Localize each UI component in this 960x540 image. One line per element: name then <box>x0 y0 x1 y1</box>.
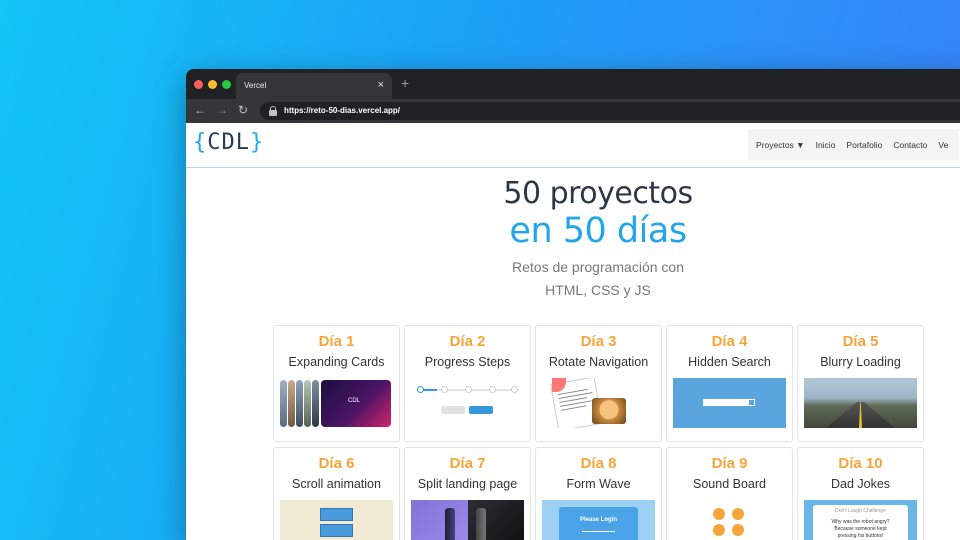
card-day: Día 6 <box>318 455 355 472</box>
hero-title-line2: en 50 días <box>509 211 687 251</box>
nav-item-proyectos[interactable]: Proyectos ▼ <box>756 140 805 150</box>
card-title: Split landing page <box>417 477 518 491</box>
hero-subtitle: Retos de programación con HTML, CSS y JS <box>512 259 684 298</box>
project-card[interactable]: Día 2 Progress Steps <box>404 325 531 442</box>
forward-arrow-icon[interactable]: → <box>216 103 228 117</box>
site-logo[interactable]: {CDL} <box>193 130 264 155</box>
project-card[interactable]: Día 3 Rotate Navigation <box>535 325 662 442</box>
nav-item-inicio[interactable]: Inicio <box>816 140 836 150</box>
card-day: Día 7 <box>449 455 486 472</box>
project-card[interactable]: Día 10 Dad Jokes Don't Laugh Challenge W… <box>797 447 924 540</box>
card-title: Hidden Search <box>688 355 771 369</box>
tab-strip: Vercel × + <box>186 69 960 99</box>
project-card[interactable]: Día 6 Scroll animation <box>273 447 400 540</box>
card-thumbnail <box>673 500 786 540</box>
site-nav: Proyectos ▼ Inicio Portafolio Contacto V… <box>748 129 960 160</box>
card-thumbnail: Please Login <box>542 500 655 540</box>
card-day: Día 8 <box>580 455 617 472</box>
card-title: Form Wave <box>566 477 631 491</box>
card-title: Rotate Navigation <box>548 355 649 369</box>
maximize-window-icon[interactable] <box>222 80 231 89</box>
minimize-window-icon[interactable] <box>208 80 217 89</box>
tab-title: Vercel <box>244 81 267 90</box>
browser-toolbar: ← → ↻ https://reto-50-dias.vercel.app/ <box>186 99 960 123</box>
card-thumbnail <box>673 378 786 428</box>
card-day: Día 4 <box>711 333 748 350</box>
card-title: Blurry Loading <box>820 355 901 369</box>
card-thumbnail: CDL <box>280 378 393 428</box>
card-day: Día 2 <box>449 333 486 350</box>
site-header: {CDL} Proyectos ▼ Inicio Portafolio Cont… <box>186 123 960 168</box>
new-tab-button[interactable]: + <box>401 76 409 90</box>
project-card[interactable]: Día 5 Blurry Loading <box>797 325 924 442</box>
card-thumbnail <box>280 500 393 540</box>
project-card[interactable]: Día 8 Form Wave Please Login <box>535 447 662 540</box>
nav-item-contacto[interactable]: Contacto <box>893 140 927 150</box>
card-thumbnail <box>804 378 917 428</box>
project-card[interactable]: Día 9 Sound Board <box>666 447 793 540</box>
back-arrow-icon[interactable]: ← <box>194 103 206 117</box>
card-day: Día 1 <box>318 333 355 350</box>
card-thumbnail <box>542 378 655 428</box>
tab-close-icon[interactable]: × <box>378 80 384 91</box>
card-thumbnail <box>411 378 524 428</box>
project-card[interactable]: Día 1 Expanding Cards CDL <box>273 325 400 442</box>
card-title: Scroll animation <box>292 477 381 491</box>
address-bar[interactable]: https://reto-50-dias.vercel.app/ <box>260 102 960 120</box>
card-thumbnail <box>411 500 524 540</box>
card-day: Día 5 <box>842 333 879 350</box>
browser-window: Vercel × + ← → ↻ https://reto-50-dias.ve… <box>186 69 960 540</box>
close-window-icon[interactable] <box>194 80 203 89</box>
card-title: Sound Board <box>693 477 766 491</box>
card-day: Día 10 <box>838 455 883 472</box>
reload-icon[interactable]: ↻ <box>238 103 248 117</box>
card-title: Expanding Cards <box>288 355 385 369</box>
card-thumbnail: Don't Laugh Challenge Why was the robot … <box>804 500 917 540</box>
card-day: Día 3 <box>580 333 617 350</box>
projects-grid: Día 1 Expanding Cards CDL Día 2 Progress… <box>273 325 924 540</box>
project-card[interactable]: Día 7 Split landing page <box>404 447 531 540</box>
tab-vercel[interactable]: Vercel × <box>236 73 392 99</box>
url-text: https://reto-50-dias.vercel.app/ <box>284 106 401 115</box>
nav-item-ve[interactable]: Ve <box>938 140 948 150</box>
lock-icon <box>269 106 277 116</box>
card-title: Progress Steps <box>424 355 511 369</box>
page-viewport: {CDL} Proyectos ▼ Inicio Portafolio Cont… <box>186 123 960 540</box>
card-title: Dad Jokes <box>830 477 891 491</box>
card-day: Día 9 <box>711 455 748 472</box>
nav-item-portafolio[interactable]: Portafolio <box>846 140 882 150</box>
hero-title-line1: 50 proyectos <box>503 176 693 211</box>
hero: 50 proyectos en 50 días Retos de program… <box>386 177 810 302</box>
project-card[interactable]: Día 4 Hidden Search <box>666 325 793 442</box>
